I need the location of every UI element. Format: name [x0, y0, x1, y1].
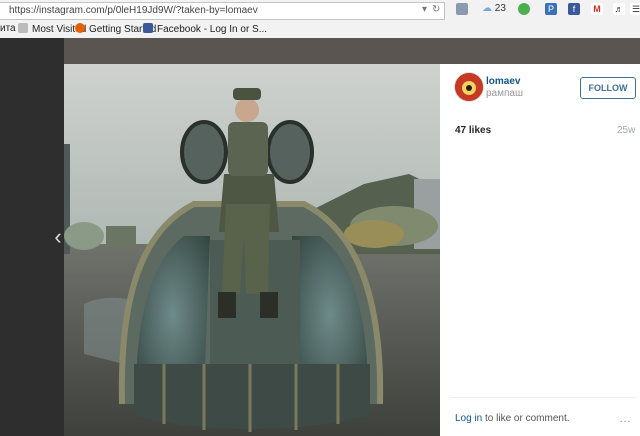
- firefox-icon: [75, 23, 85, 33]
- extension-icon[interactable]: [518, 3, 530, 15]
- facebook-icon: [143, 23, 153, 33]
- more-options-icon[interactable]: …: [619, 411, 632, 425]
- url-text: https://instagram.com/p/0leH19Jd9W/?take…: [9, 5, 258, 16]
- follow-button[interactable]: FOLLOW: [580, 77, 636, 99]
- reload-icon[interactable]: ↻: [432, 4, 440, 15]
- bookmark-cut[interactable]: ита: [0, 23, 16, 34]
- avatar[interactable]: [454, 72, 484, 102]
- browser-toolbar: https://instagram.com/p/0leH19Jd9W/?take…: [0, 0, 640, 39]
- divider: [450, 397, 636, 398]
- bookmark-facebook[interactable]: Facebook - Log In or S...: [143, 23, 267, 35]
- facebook-icon[interactable]: f: [568, 3, 580, 15]
- username-link[interactable]: lomaev: [486, 76, 520, 87]
- cloud-icon: ☁: [482, 3, 492, 14]
- gmail-icon[interactable]: M: [591, 3, 603, 15]
- post-photo: [64, 64, 440, 436]
- bookmark-icon: [18, 23, 28, 33]
- menu-icon[interactable]: ☰: [630, 3, 640, 15]
- photo-illustration: [64, 64, 440, 436]
- login-prompt-text: to like or comment.: [482, 413, 570, 424]
- location-link[interactable]: рампаш: [486, 88, 523, 99]
- post-sidebar: [440, 64, 640, 436]
- post-age[interactable]: 25w: [617, 125, 635, 136]
- extension-p-icon[interactable]: P: [545, 3, 557, 15]
- weather-widget[interactable]: ☁ 23: [482, 3, 506, 14]
- likes-count[interactable]: 47 likes: [455, 125, 491, 136]
- speaker-icon[interactable]: ♬: [613, 3, 625, 15]
- avatar-image: [455, 73, 483, 101]
- login-prompt: Log in to like or comment.: [455, 413, 570, 424]
- weather-count: 23: [494, 3, 506, 14]
- screenshot-icon[interactable]: [456, 3, 468, 15]
- background-photo-strip: [64, 38, 640, 64]
- dropdown-icon[interactable]: ▾: [422, 4, 427, 15]
- login-link[interactable]: Log in: [455, 413, 482, 424]
- address-bar[interactable]: https://instagram.com/p/0leH19Jd9W/?take…: [0, 2, 445, 20]
- bookmarks-bar: ита Most Visited Getting Started Faceboo…: [0, 20, 640, 37]
